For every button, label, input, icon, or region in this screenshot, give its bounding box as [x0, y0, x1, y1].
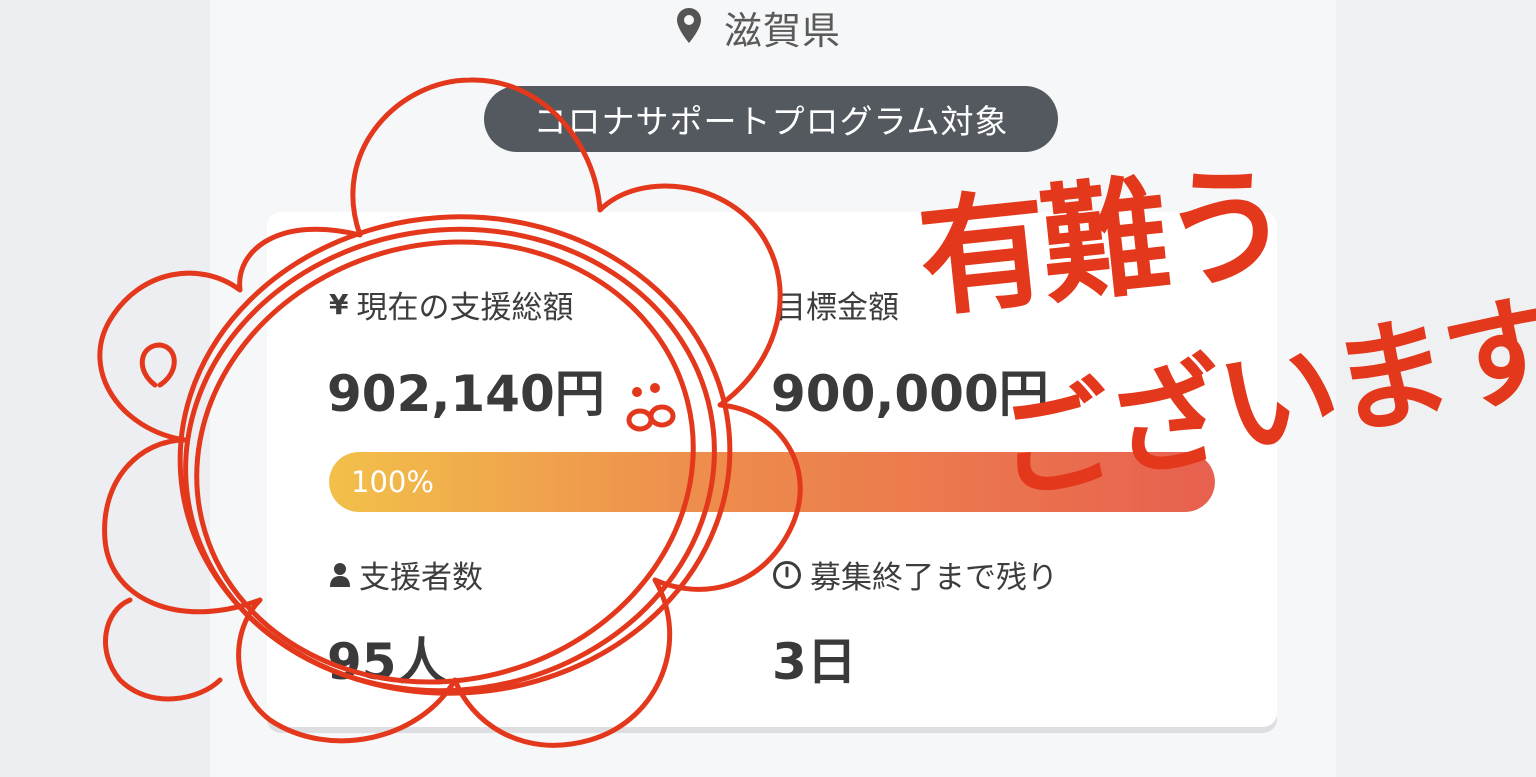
clock-icon — [773, 560, 801, 589]
person-icon — [330, 562, 350, 587]
location-name: 滋賀県 — [724, 8, 842, 53]
corona-support-program-badge[interactable]: コロナサポートプログラム対象 — [484, 86, 1058, 152]
current-total-value: 902,140円 — [327, 365, 605, 423]
crowdfunding-page: 滋賀県 コロナサポートプログラム対象 ¥ 現在の支援総額 902,140円 目標… — [0, 0, 1536, 777]
supporters-label-text: 支援者数 — [359, 560, 483, 596]
current-total-label-text: 現在の支援総額 — [356, 290, 574, 326]
background-left — [0, 0, 210, 777]
supporters-value: 95人 — [327, 633, 447, 691]
map-pin-icon — [677, 8, 701, 43]
remaining-label-text: 募集終了まで残り — [810, 560, 1058, 596]
progress-percent: 100% — [351, 465, 434, 499]
remaining-value: 3日 — [772, 633, 857, 691]
yen-icon: ¥ — [329, 288, 349, 321]
target-amount-label-text: 目標金額 — [775, 290, 899, 326]
supporters-label: 支援者数 — [329, 552, 483, 597]
location: 滋賀県 — [676, 2, 842, 53]
target-amount-label: 目標金額 — [775, 282, 899, 327]
remaining-label: 募集終了まで残り — [772, 552, 1058, 597]
current-total-label: ¥ 現在の支援総額 — [329, 282, 573, 327]
